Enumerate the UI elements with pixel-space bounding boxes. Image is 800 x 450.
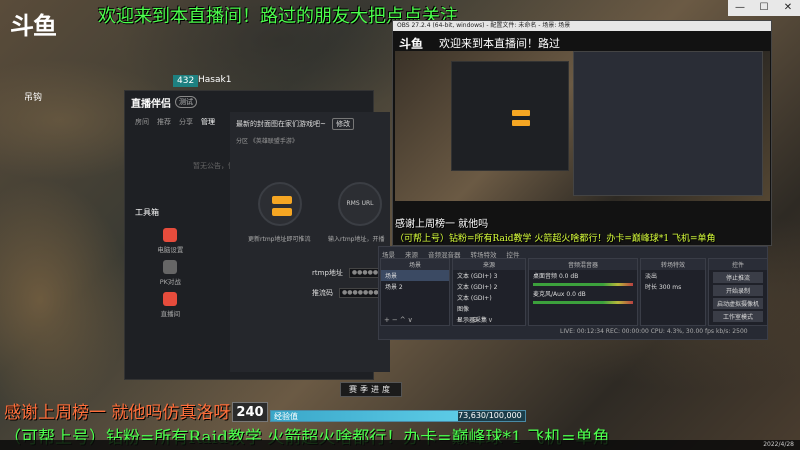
step-one-icon	[258, 182, 302, 226]
preview-orange-block	[512, 110, 530, 116]
studio-mode-button[interactable]: 工作室模式	[713, 311, 763, 322]
step-two-caption: 输入rtmp地址，开播	[328, 236, 385, 243]
toolbox-item-label: PK对战	[159, 278, 181, 286]
close-button[interactable]: ✕	[776, 0, 800, 16]
toolbox-item[interactable]: PK对战	[133, 260, 208, 286]
thanks-banner: 感谢上周榜一 就他吗仿真洛呀	[4, 403, 231, 423]
scenes-panel: 场景 场景 场景 2 +−^∨	[380, 258, 450, 326]
preview-orange-block	[512, 120, 530, 126]
rtmp-label: rtmp地址	[312, 269, 343, 277]
stream-key-label: 推流码	[312, 289, 333, 297]
experience-progress-fill	[271, 411, 459, 421]
tool-icon	[163, 228, 178, 242]
obs-status-bar: LIVE: 00:12:34 REC: 00:00:00 CPU: 4.3%, …	[560, 328, 748, 335]
minimize-button[interactable]: —	[728, 0, 752, 16]
taskbar: 2022/4/28	[0, 440, 800, 450]
duration-label: 时长	[645, 284, 658, 291]
toolbox-title: 工具箱	[135, 208, 159, 217]
mixer-channel-name: 麦克风/Aux	[533, 291, 565, 298]
duration-value[interactable]: 300 ms	[659, 284, 681, 291]
tab-room[interactable]: 房间	[135, 117, 149, 127]
source-item[interactable]: 文本 (GDI+) 2	[453, 281, 525, 292]
stop-streaming-button[interactable]: 停止推流	[713, 272, 763, 283]
companion-badge: 测试	[175, 96, 197, 108]
step-one-caption: 更新rtmp地址即可推流	[248, 236, 311, 243]
taskbar-date: 2022/4/28	[763, 441, 794, 448]
toolbox-item[interactable]: 直播间	[133, 292, 208, 318]
mixer-channel-db: 0.0 dB	[566, 291, 586, 298]
hook-label: 吊钩	[24, 93, 43, 103]
toolbox-item-label: 电脑设置	[157, 246, 184, 254]
step-two-icon: RMS URL	[338, 182, 382, 226]
douyu-logo: 斗鱼	[10, 12, 57, 40]
audio-mixer-panel: 音频混音器 桌面音频 0.0 dB 麦克风/Aux 0.0 dB	[528, 258, 638, 326]
experience-label: 经验值	[274, 412, 298, 421]
window-controls: — ☐ ✕	[728, 0, 800, 16]
source-toolbar[interactable]: +−⚙^∨	[456, 316, 495, 324]
scene-item[interactable]: 场景	[381, 270, 449, 281]
tab-manage[interactable]: 管理	[201, 117, 215, 127]
transition-select[interactable]: 淡出	[641, 270, 705, 281]
setup-category: 分区 《英雄联盟手游》	[236, 138, 298, 145]
edit-title-button[interactable]: 修改	[332, 118, 355, 130]
start-recording-button[interactable]: 开始录制	[713, 285, 763, 296]
stream-setup-panel: 最新的封面图在家们游戏吧~ 修改 分区 《英雄联盟手游》 更新rtmp地址即可推…	[230, 112, 390, 372]
tool-icon	[163, 292, 178, 306]
sources-panel: 来源 文本 (GDI+) 3 文本 (GDI+) 2 文本 (GDI+) 图像 …	[452, 258, 526, 326]
season-progress-pill: 赛季进度	[340, 382, 402, 397]
scene-item[interactable]: 场景 2	[381, 281, 449, 292]
preview-logo: 斗鱼	[399, 37, 424, 51]
maximize-button[interactable]: ☐	[752, 0, 776, 16]
scene-toolbar[interactable]: +−^∨	[384, 316, 415, 324]
virtual-camera-button[interactable]: 启动虚拟摄像机	[713, 298, 763, 309]
player-name: Hasak1	[198, 75, 232, 85]
source-item[interactable]: 文本 (GDI+)	[453, 292, 525, 303]
experience-value: 73,630/100,000	[458, 411, 522, 420]
tool-icon	[163, 260, 178, 274]
mixer-channel-db: 0.0 dB	[558, 273, 579, 280]
companion-title: 直播伴侣	[131, 98, 171, 110]
setup-title: 最新的封面图在家们游戏吧~	[236, 120, 326, 128]
preview-tool-thumbnail	[451, 61, 569, 171]
tab-share[interactable]: 分享	[179, 117, 193, 127]
preview-marquee: 欢迎来到本直播间！路过	[439, 37, 560, 50]
toolbox-item-label: 直播间	[160, 310, 181, 318]
mixer-meter[interactable]	[533, 283, 633, 286]
source-item[interactable]: 图像	[453, 303, 525, 314]
transitions-panel: 转场特效 淡出 时长 300 ms	[640, 258, 706, 326]
level-badge: 240	[232, 402, 268, 422]
preview-thanks-text: 感谢上周榜一 就他吗	[395, 219, 489, 230]
mixer-meter[interactable]	[533, 301, 633, 304]
tab-recommend[interactable]: 推荐	[157, 117, 171, 127]
preview-obs-thumbnail	[573, 51, 763, 196]
player-level-badge: 432	[173, 75, 199, 87]
toolbox-item[interactable]: 电脑设置	[133, 228, 208, 254]
mixer-channel-name: 桌面音频	[533, 273, 558, 280]
obs-title-bar: OBS 27.2.4 (64-bit, windows) - 配置文件: 未命名…	[393, 21, 771, 31]
preview-bottom-text: （可帮上号）钻粉=所有Raid教学 火箭超火啥都行！办卡=巅峰球*1 飞机=单角	[395, 234, 716, 244]
obs-preview-window: OBS 27.2.4 (64-bit, windows) - 配置文件: 未命名…	[392, 20, 772, 246]
source-item[interactable]: 文本 (GDI+) 3	[453, 270, 525, 281]
controls-panel: 控件 停止推流 开始录制 启动虚拟摄像机 工作室模式	[708, 258, 768, 326]
